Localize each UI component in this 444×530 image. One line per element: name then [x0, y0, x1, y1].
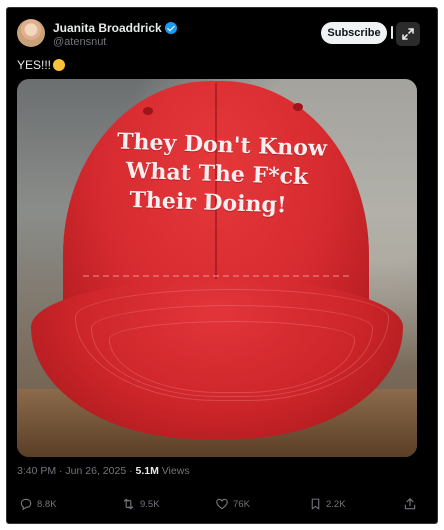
bookmark-count: 2.2K: [326, 498, 346, 510]
post-card: Juanita Broaddrick @atensnut Subscribe Y…: [6, 7, 438, 524]
views-label: Views: [158, 465, 190, 477]
heart-icon: [216, 498, 228, 510]
cap-eyelet: [143, 107, 153, 115]
author-name-text[interactable]: Juanita Broaddrick: [53, 21, 162, 35]
cap-eyelet: [293, 103, 303, 111]
post-text-content: YES!!!: [17, 58, 52, 72]
subscribe-button[interactable]: Subscribe: [321, 22, 387, 44]
expand-button[interactable]: [396, 22, 420, 46]
expand-icon: [402, 28, 414, 40]
laughing-emoji-icon: [53, 59, 66, 71]
cap-embroidered-text: They Don't Know What The F*ck Their Doin…: [86, 126, 349, 222]
reply-icon: [20, 498, 32, 510]
action-bar: 8.8K 9.5K 76K 2.2K: [7, 494, 437, 514]
verified-badge-icon: [164, 22, 177, 34]
post-image[interactable]: They Don't Know What The F*ck Their Doin…: [17, 79, 417, 457]
like-button[interactable]: 76K: [215, 494, 250, 514]
post-timestamp[interactable]: 3:40 PM · Jun 26, 2025 ·: [17, 465, 135, 477]
reply-count: 8.8K: [37, 498, 57, 510]
avatar[interactable]: [17, 19, 45, 47]
post-text: YES!!!: [17, 58, 66, 72]
reply-button[interactable]: 8.8K: [19, 494, 57, 514]
views-count: 5.1M: [135, 465, 159, 477]
author-handle[interactable]: @atensnut: [53, 36, 106, 48]
bookmark-button[interactable]: 2.2K: [309, 494, 346, 514]
like-count: 76K: [233, 498, 250, 510]
bookmark-icon: [311, 498, 320, 510]
share-icon: [404, 498, 416, 510]
repost-count: 9.5K: [140, 498, 160, 510]
author-name[interactable]: Juanita Broaddrick: [53, 21, 177, 35]
post-metadata: 3:40 PM · Jun 26, 2025 · 5.1M Views: [17, 465, 190, 477]
repost-icon: [123, 498, 134, 510]
divider: [391, 26, 393, 39]
repost-button[interactable]: 9.5K: [121, 494, 160, 514]
share-button[interactable]: [403, 494, 421, 514]
